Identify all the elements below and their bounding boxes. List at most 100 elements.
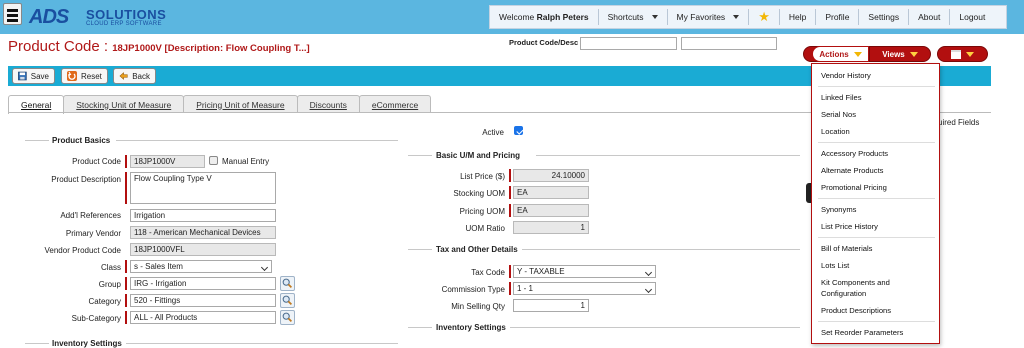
required-marker [509,204,511,217]
chevron-down-icon [909,51,918,57]
class-label: Class [100,263,121,272]
search-icon[interactable] [280,310,295,325]
about-link[interactable]: About [909,9,951,25]
menu-divider [818,237,935,238]
min-selling-qty-label: Min Selling Qty [451,302,505,311]
actions-button[interactable]: Actions [812,46,869,62]
tab-stocking-uom[interactable]: Stocking Unit of Measure [63,95,185,113]
menu-item-set-reorder-parameters[interactable]: Set Reorder Parameters [821,328,903,337]
product-description-label: Product Description [51,175,121,184]
section-rule [126,343,398,344]
tab-pricing-uom[interactable]: Pricing Unit of Measure [183,95,298,113]
tax-code-label: Tax Code [471,268,505,277]
chevron-down-icon [733,15,740,19]
tax-code-select[interactable]: Y - TAXABLE [513,265,656,278]
subcategory-label: Sub-Category [71,314,121,323]
product-desc-search-input[interactable] [681,37,777,50]
reset-button[interactable]: Reset [61,68,108,84]
uom-ratio-label: UOM Ratio [465,224,505,233]
chevron-down-icon [966,51,974,57]
inventory-settings-heading-left: Inventory Settings [52,339,122,348]
views-button[interactable]: Views [869,46,931,62]
stocking-uom-label: Stocking UOM [453,189,505,198]
menu-item-location[interactable]: Location [821,127,850,136]
min-selling-qty-field[interactable]: 1 [513,299,589,312]
logo-ads: ADS [29,6,69,28]
product-code-field[interactable]: 18JP1000V [130,155,205,168]
menu-item-bill-of-materials[interactable]: Bill of Materials [821,244,872,253]
search-icon[interactable] [280,276,295,291]
category-field[interactable]: 520 - Fittings [130,294,276,307]
stocking-uom-field[interactable]: EA [513,186,589,199]
menu-item-serial-nos[interactable]: Serial Nos [821,110,856,119]
section-rule [536,155,800,156]
menu-item-synonyms[interactable]: Synonyms [821,205,856,214]
class-select[interactable]: s - Sales Item [130,260,272,273]
uom-ratio-field[interactable]: 1 [513,221,589,234]
group-field[interactable]: IRG - Irrigation [130,277,276,290]
required-marker [125,260,127,273]
calendar-button[interactable] [937,46,988,62]
menu-item-product-descriptions[interactable]: Product Descriptions [821,306,891,315]
required-fields-note: uired Fields [938,118,980,127]
list-price-field[interactable]: 24.10000 [513,169,589,182]
section-rule [522,249,800,250]
subcategory-field[interactable]: ALL - All Products [130,311,276,324]
required-marker [125,311,127,324]
chevron-down-icon [651,15,658,19]
logout-link[interactable]: Logout [950,9,994,25]
product-basics-heading: Product Basics [52,136,111,145]
back-button[interactable]: Back [113,68,156,84]
star-icon: ★ [758,9,770,24]
menu-item-accessory-products[interactable]: Accessory Products [821,149,888,158]
settings-link[interactable]: Settings [859,9,910,25]
manual-entry-label: Manual Entry [222,157,270,166]
magnifier-icon [282,278,293,289]
my-favorites-menu[interactable]: My Favorites [668,9,750,25]
menu-item-linked-files[interactable]: Linked Files [821,93,862,102]
manual-entry-checkbox[interactable] [209,156,218,165]
active-checkbox[interactable] [514,126,523,135]
vendor-product-code-label: Vendor Product Code [44,246,122,255]
tab-ecommerce[interactable]: eCommerce [358,95,432,113]
addl-references-field[interactable]: Irrigation [130,209,276,222]
product-code-desc-label: Product Code/Desc [509,38,579,47]
tab-discounts[interactable]: Discounts [296,95,360,113]
menu-item-vendor-history[interactable]: Vendor History [821,71,871,80]
search-icon[interactable] [280,293,295,308]
section-rule [408,249,432,250]
menu-item-promotional-pricing[interactable]: Promotional Pricing [821,183,887,192]
pricing-uom-field[interactable]: EA [513,204,589,217]
magnifier-icon [282,295,293,306]
product-code-search-input[interactable] [580,37,677,50]
hamburger-menu-icon[interactable] [3,3,22,25]
required-marker [509,282,511,295]
primary-vendor-field[interactable]: 118 - American Mechanical Devices [130,226,276,239]
menu-divider [818,142,935,143]
reset-icon [67,71,77,81]
commission-type-label: Commission Type [441,285,505,294]
menu-item-lots-list[interactable]: Lots List [821,261,849,270]
menu-divider [818,198,935,199]
profile-link[interactable]: Profile [816,9,860,25]
help-link[interactable]: Help [780,9,817,25]
menu-item-kit-components-line2[interactable]: Configuration [821,289,866,298]
tab-strip: General Stocking Unit of Measure Pricing… [8,95,432,114]
vendor-product-code-field[interactable]: 18JP1000VFL [130,243,276,256]
menu-item-kit-components[interactable]: Kit Components and [821,278,890,287]
pricing-uom-label: Pricing UOM [459,207,505,216]
product-description-field[interactable]: Flow Coupling Type V [130,172,276,204]
welcome-text: Welcome Ralph Peters [490,9,599,25]
favorite-star-button[interactable]: ★ [749,9,780,25]
menu-item-alternate-products[interactable]: Alternate Products [821,166,883,175]
menu-divider [818,321,935,322]
save-icon [18,71,27,81]
required-marker [125,277,127,290]
commission-type-select[interactable]: 1 - 1 [513,282,656,295]
logo-solutions: SOLUTIONS [86,7,167,22]
save-button[interactable]: Save [12,68,55,84]
menu-item-list-price-history[interactable]: List Price History [821,222,878,231]
calendar-icon [951,49,961,59]
section-rule [25,343,49,344]
shortcuts-menu[interactable]: Shortcuts [599,9,668,25]
